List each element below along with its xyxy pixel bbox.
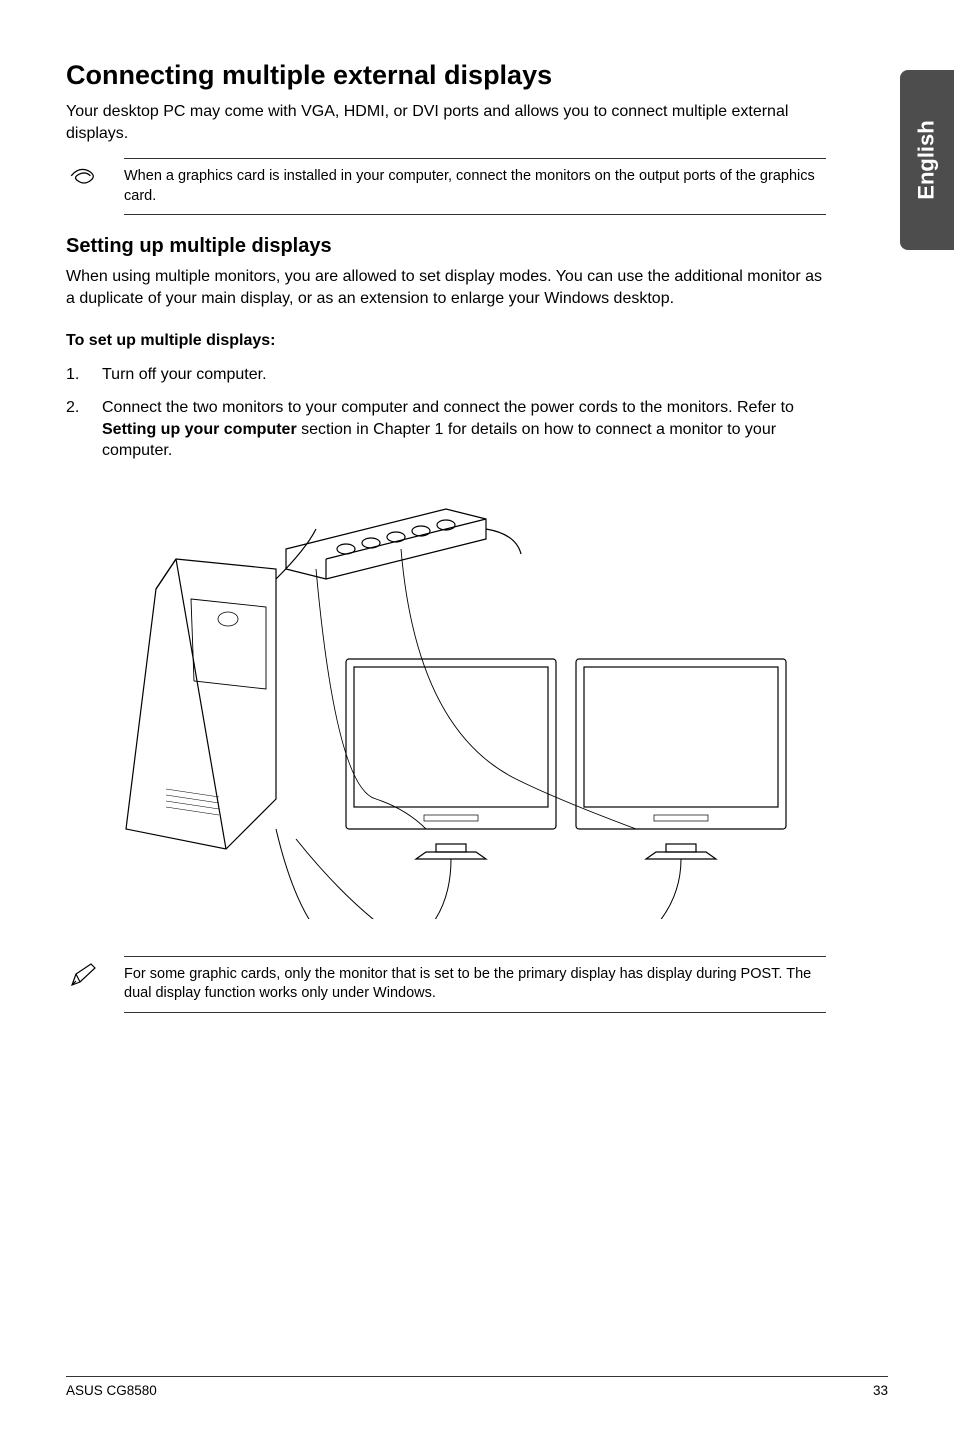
intro-paragraph: Your desktop PC may come with VGA, HDMI,… — [66, 101, 826, 144]
note-graphic-cards-post: For some graphic cards, only the monitor… — [66, 956, 826, 1013]
step-1: Turn off your computer. — [66, 364, 826, 386]
note-text: When a graphics card is installed in you… — [124, 158, 826, 215]
language-label: English — [914, 120, 940, 199]
procedure-heading: To set up multiple displays: — [66, 332, 826, 350]
note-text-2: For some graphic cards, only the monitor… — [124, 956, 826, 1013]
page-footer: ASUS CG8580 33 — [66, 1376, 888, 1398]
paperclip-icon — [66, 158, 102, 186]
step-2-text: Connect the two monitors to your compute… — [102, 397, 826, 462]
page-heading: Connecting multiple external displays — [66, 60, 826, 91]
note-graphics-card: When a graphics card is installed in you… — [66, 158, 826, 215]
setup-illustration — [66, 484, 826, 934]
step-1-text: Turn off your computer. — [102, 364, 267, 386]
step-2: Connect the two monitors to your compute… — [66, 397, 826, 462]
procedure-list: Turn off your computer. Connect the two … — [66, 364, 826, 462]
subheading: Setting up multiple displays — [66, 235, 826, 258]
sub-intro-paragraph: When using multiple monitors, you are al… — [66, 266, 826, 309]
pen-icon — [66, 956, 102, 988]
language-tab: English — [900, 70, 954, 250]
footer-page-number: 33 — [873, 1383, 888, 1398]
page-content: Connecting multiple external displays Yo… — [66, 60, 826, 1013]
footer-model: ASUS CG8580 — [66, 1383, 157, 1398]
